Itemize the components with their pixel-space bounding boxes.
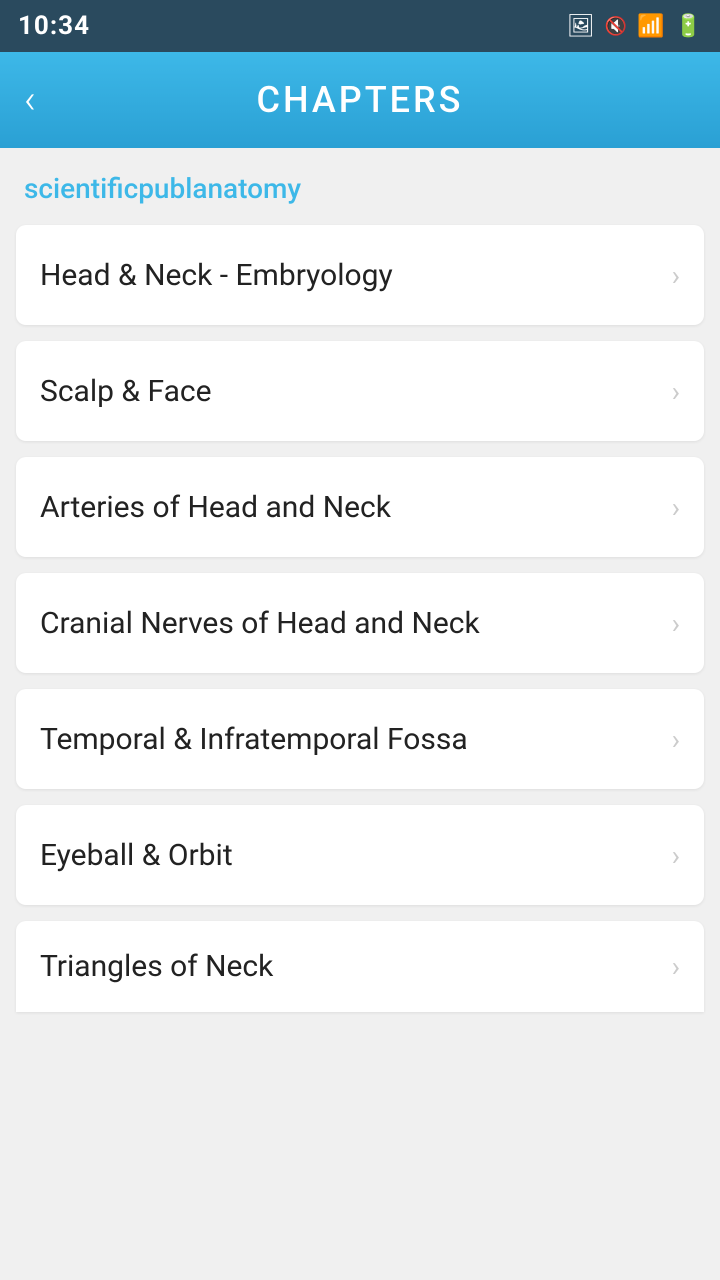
chapter-item[interactable]: Scalp & Face › [16, 341, 704, 441]
chevron-right-icon: › [672, 607, 680, 640]
chapter-label: Eyeball & Orbit [40, 838, 656, 873]
app-bar: ‹ CHAPTERS [0, 52, 720, 148]
publisher-label: scientificpublanatomy [16, 172, 704, 205]
chapter-item[interactable]: Triangles of Neck › [16, 921, 704, 1012]
back-button[interactable]: ‹ [24, 80, 36, 120]
chevron-right-icon: › [672, 950, 680, 983]
chapter-item[interactable]: Temporal & Infratemporal Fossa › [16, 689, 704, 789]
chapter-label: Temporal & Infratemporal Fossa [40, 722, 656, 757]
chapter-item[interactable]: Head & Neck - Embryology › [16, 225, 704, 325]
chapter-label: Cranial Nerves of Head and Neck [40, 606, 656, 641]
chapter-label: Scalp & Face [40, 374, 656, 409]
chapter-label: Triangles of Neck [40, 949, 656, 984]
status-time: 10:34 [18, 11, 90, 41]
chapter-label: Arteries of Head and Neck [40, 490, 656, 525]
chapter-label: Head & Neck - Embryology [40, 258, 656, 293]
wifi-icon: 📶 [637, 14, 664, 39]
content-area: scientificpublanatomy Head & Neck - Embr… [0, 148, 720, 1028]
chapter-item[interactable]: Cranial Nerves of Head and Neck › [16, 573, 704, 673]
chevron-right-icon: › [672, 259, 680, 292]
chevron-right-icon: › [672, 375, 680, 408]
chapter-item[interactable]: Arteries of Head and Neck › [16, 457, 704, 557]
image-icon: 🖼 [567, 14, 595, 39]
chapter-list: Head & Neck - Embryology›Scalp & Face›Ar… [16, 225, 704, 1012]
mute-icon: 🔇 [605, 16, 627, 37]
battery-icon: 🔋 [675, 14, 702, 39]
status-bar: 10:34 🖼 🔇 📶 🔋 [0, 0, 720, 52]
chevron-right-icon: › [672, 491, 680, 524]
chevron-right-icon: › [672, 839, 680, 872]
chevron-right-icon: › [672, 723, 680, 756]
app-bar-title: CHAPTERS [0, 79, 720, 121]
chapter-item[interactable]: Eyeball & Orbit › [16, 805, 704, 905]
status-icons: 🖼 🔇 📶 🔋 [567, 14, 702, 39]
